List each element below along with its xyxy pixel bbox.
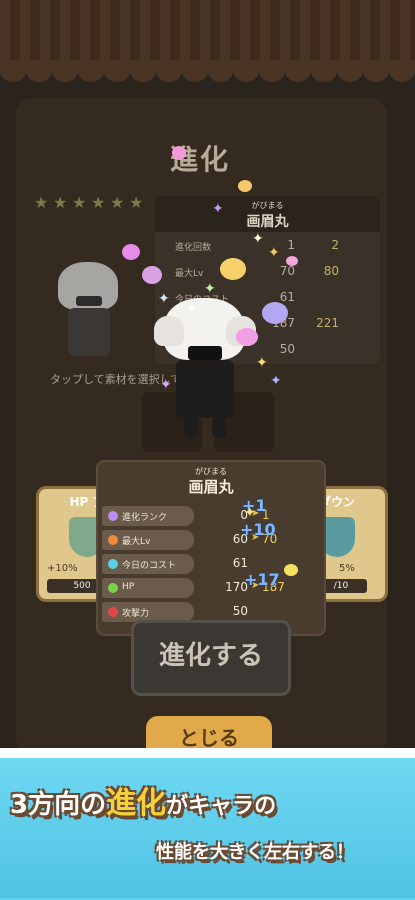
- game-screen: 進化 ★ ★ ★ ★ ★ ★ がびまる 画眉丸 進化回数 1 2 最大Lv 70…: [0, 0, 415, 748]
- banner-line-2: 性能を大きく左右する！: [156, 842, 354, 863]
- banner-line-1: 3方向の進化がキャラの: [10, 786, 277, 821]
- overlay: [0, 0, 415, 748]
